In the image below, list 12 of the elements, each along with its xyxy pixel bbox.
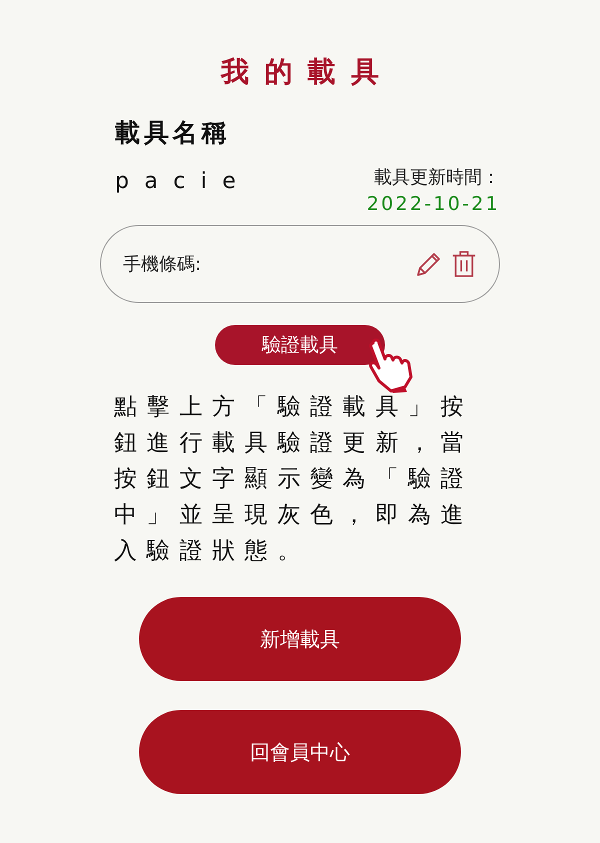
action-button[interactable]: 新增載具: [139, 597, 461, 681]
barcode-label: 手機條碼:: [123, 253, 202, 276]
page-title: 我的載具: [220, 54, 394, 90]
update-date: 2022-10-21: [366, 193, 500, 215]
edit-icon[interactable]: [415, 250, 443, 278]
carrier-name: pacie: [115, 169, 252, 196]
update-time-label: 載具更新時間：: [374, 166, 500, 189]
carrier-heading: 載具名稱: [115, 117, 231, 149]
action-button[interactable]: 回會員中心: [139, 710, 461, 794]
verify-carrier-button[interactable]: 驗證載具: [215, 325, 385, 365]
delete-icon[interactable]: [451, 249, 477, 279]
instruction-text: 點擊上方「驗證載具」按鈕進行載具驗證更新，當按鈕文字顯示變為「驗證中」並呈現灰色，即為進入驗證狀態。: [114, 393, 474, 566]
